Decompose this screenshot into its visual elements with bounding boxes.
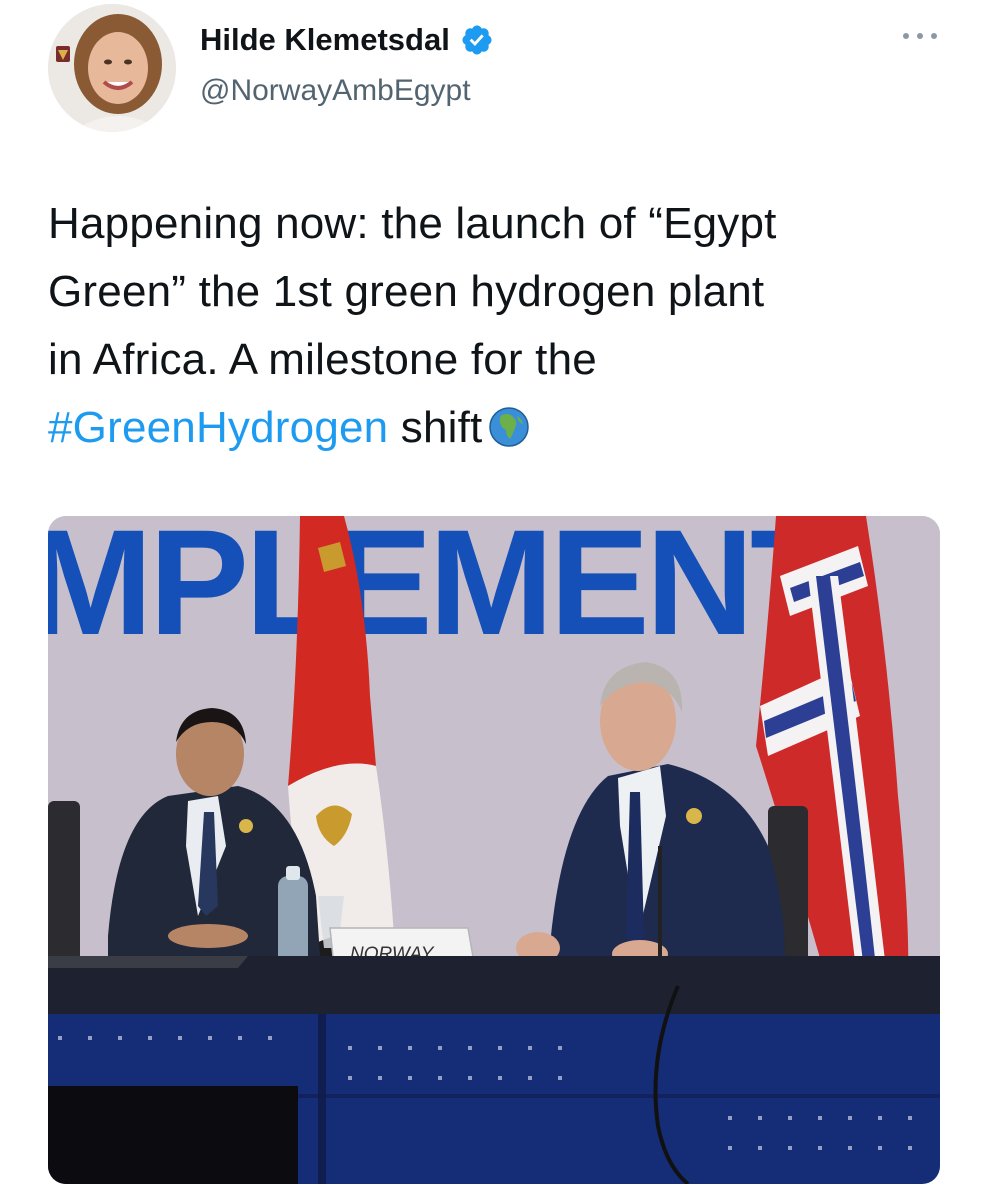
verified-badge-icon bbox=[462, 25, 492, 55]
banner-text: MPLEMENT bbox=[48, 516, 841, 666]
author-name-row[interactable]: Hilde Klemetsdal bbox=[200, 22, 494, 58]
tweet-text: Happening now: the launch of “Egypt Gree… bbox=[48, 190, 948, 462]
tweet-photo[interactable]: MPLEMENT NORWAY bbox=[48, 516, 940, 1184]
more-horizontal-icon[interactable] bbox=[898, 26, 942, 46]
photo-scene: MPLEMENT NORWAY bbox=[48, 516, 940, 1184]
tweet-text-shift: shift bbox=[400, 403, 483, 452]
coat-of-arms-icon bbox=[56, 46, 70, 62]
tweet: Hilde Klemetsdal @NorwayAmbEgypt Happeni… bbox=[0, 0, 988, 1200]
author-handle[interactable]: @NorwayAmbEgypt bbox=[200, 74, 471, 108]
hashtag-link[interactable]: #GreenHydrogen bbox=[48, 403, 388, 452]
author-name[interactable]: Hilde Klemetsdal bbox=[200, 22, 450, 58]
tweet-text-line-3: in Africa. A milestone for the bbox=[48, 335, 597, 384]
tweet-text-line-1: Happening now: the launch of “Egypt bbox=[48, 199, 777, 248]
tweet-text-line-4: #GreenHydrogen shift bbox=[48, 394, 948, 462]
profile-photo bbox=[48, 4, 176, 132]
avatar[interactable] bbox=[48, 4, 176, 132]
tweet-text-line-2: Green” the 1st green hydrogen plant bbox=[48, 267, 765, 316]
globe-africa-icon bbox=[489, 407, 530, 447]
